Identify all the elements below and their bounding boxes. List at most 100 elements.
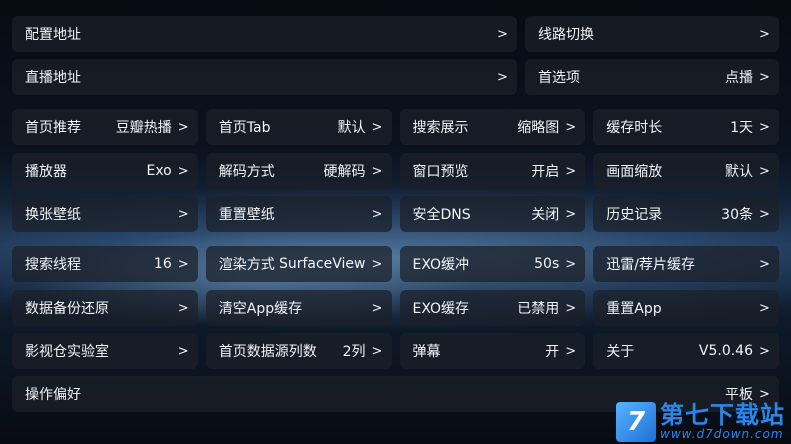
watermark-logo-icon: 7	[616, 402, 656, 442]
item-label: 影视仓实验室	[25, 344, 109, 360]
item-label: 换张壁纸	[25, 207, 81, 223]
item-label: 播放器	[25, 164, 67, 180]
chevron-right-icon: >	[177, 256, 189, 272]
chevron-right-icon: >	[565, 163, 577, 179]
item-label: 配置地址	[25, 27, 81, 43]
chevron-right-icon: >	[759, 119, 770, 135]
chevron-right-icon: >	[565, 119, 577, 135]
item-label: 重置App	[606, 301, 662, 317]
item-label: 直播地址	[25, 70, 81, 86]
chevron-right-icon: >	[371, 256, 383, 272]
settings-grid-row-5: 数据备份还原 > 清空App缓存 > EXO缓存 已禁用 > 重置App >	[12, 290, 779, 326]
history-item[interactable]: 历史记录 30条 >	[593, 196, 779, 232]
item-label: 首页推荐	[25, 120, 81, 136]
watermark-url: www.d7down.com	[660, 427, 784, 442]
exo-cache-item[interactable]: EXO缓存 已禁用 >	[399, 290, 586, 326]
preference-item[interactable]: 首选项 点播 >	[525, 59, 779, 95]
chevron-right-icon: >	[371, 206, 383, 222]
item-value: 点播	[725, 70, 753, 86]
exo-buffer-item[interactable]: EXO缓冲 50s >	[399, 246, 586, 282]
item-label: 搜索展示	[412, 120, 469, 136]
chevron-right-icon: >	[759, 69, 770, 85]
item-label: 首页Tab	[218, 120, 271, 136]
chevron-right-icon: >	[177, 163, 189, 179]
chevron-right-icon: >	[371, 300, 383, 316]
change-wallpaper-item[interactable]: 换张壁纸 >	[12, 196, 198, 232]
render-mode-item[interactable]: 渲染方式 SurfaceView >	[205, 246, 392, 282]
watermark-title: 第七下载站	[660, 401, 785, 430]
search-threads-item[interactable]: 搜索线程 16 >	[12, 246, 198, 282]
decode-mode-item[interactable]: 解码方式 硬解码 >	[205, 153, 392, 189]
item-value: 50s	[534, 256, 560, 272]
item-label: 窗口预览	[412, 164, 469, 180]
chevron-right-icon: >	[371, 343, 383, 359]
settings-grid-row-3: 换张壁纸 > 重置壁纸 > 安全DNS 关闭 > 历史记录 30条 >	[12, 196, 779, 232]
item-label: 画面缩放	[606, 164, 663, 180]
reset-wallpaper-item[interactable]: 重置壁纸 >	[205, 196, 392, 232]
settings-grid-row-1: 首页推荐 豆瓣热播 > 首页Tab 默认 > 搜索展示 缩略图 > 缓存时长 1…	[12, 109, 779, 145]
item-value: SurfaceView	[278, 256, 366, 272]
window-preview-item[interactable]: 窗口预览 开启 >	[399, 153, 586, 189]
item-label: 历史记录	[606, 207, 663, 223]
item-label: 搜索线程	[25, 257, 81, 273]
chevron-right-icon: >	[759, 300, 770, 316]
player-item[interactable]: 播放器 Exo >	[12, 153, 198, 189]
site-watermark: 7 第七下载站 www.d7down.com	[616, 402, 785, 442]
item-label: 弹幕	[412, 344, 441, 360]
config-address-item[interactable]: 配置地址 >	[12, 16, 517, 52]
settings-grid-row-6: 影视仓实验室 > 首页数据源列数 2列 > 弹幕 开 > 关于 V5.0.46 …	[12, 333, 779, 369]
danmaku-item[interactable]: 弹幕 开 >	[399, 333, 586, 369]
about-item[interactable]: 关于 V5.0.46 >	[593, 333, 779, 369]
item-label: 关于	[606, 344, 635, 360]
line-switch-item[interactable]: 线路切换 >	[525, 16, 779, 52]
xunlei-cache-item[interactable]: 迅雷/荐片缓存 >	[593, 246, 779, 282]
item-value: 默认	[337, 120, 366, 136]
item-label: 缓存时长	[606, 120, 663, 136]
item-label: EXO缓冲	[412, 257, 470, 273]
settings-grid-row-4: 搜索线程 16 > 渲染方式 SurfaceView > EXO缓冲 50s >…	[12, 246, 779, 282]
lab-item[interactable]: 影视仓实验室 >	[12, 333, 198, 369]
settings-row-2: 直播地址 > 首选项 点播 >	[12, 59, 779, 95]
item-value: 关闭	[531, 207, 560, 223]
item-value: 16	[153, 256, 172, 272]
item-value: 开	[545, 344, 560, 360]
chevron-right-icon: >	[371, 119, 383, 135]
item-value: Exo	[146, 163, 172, 179]
item-value: V5.0.46	[698, 343, 753, 359]
reset-app-item[interactable]: 重置App >	[593, 290, 779, 326]
home-columns-item[interactable]: 首页数据源列数 2列 >	[205, 333, 392, 369]
item-value: 30条	[721, 207, 753, 223]
chevron-right-icon: >	[177, 119, 189, 135]
chevron-right-icon: >	[759, 343, 770, 359]
chevron-right-icon: >	[759, 206, 770, 222]
clear-cache-item[interactable]: 清空App缓存 >	[205, 290, 392, 326]
chevron-right-icon: >	[371, 163, 383, 179]
item-label: 渲染方式	[218, 257, 275, 273]
search-display-item[interactable]: 搜索展示 缩略图 >	[399, 109, 586, 145]
item-label: 线路切换	[538, 27, 594, 43]
cache-duration-item[interactable]: 缓存时长 1天 >	[593, 109, 779, 145]
live-address-item[interactable]: 直播地址 >	[12, 59, 517, 95]
chevron-right-icon: >	[565, 256, 577, 272]
item-value: 硬解码	[323, 164, 366, 180]
picture-scale-item[interactable]: 画面缩放 默认 >	[593, 153, 779, 189]
chevron-right-icon: >	[759, 386, 770, 402]
item-label: 数据备份还原	[25, 301, 109, 317]
item-label: 清空App缓存	[218, 301, 303, 317]
chevron-right-icon: >	[177, 300, 189, 316]
chevron-right-icon: >	[565, 343, 577, 359]
chevron-right-icon: >	[759, 163, 770, 179]
watermark-text: 第七下载站 www.d7down.com	[660, 401, 785, 442]
chevron-right-icon: >	[177, 206, 189, 222]
backup-restore-item[interactable]: 数据备份还原 >	[12, 290, 198, 326]
home-recommend-item[interactable]: 首页推荐 豆瓣热播 >	[12, 109, 198, 145]
chevron-right-icon: >	[565, 300, 577, 316]
item-value: 开启	[531, 164, 560, 180]
item-label: 首页数据源列数	[218, 344, 317, 360]
item-value: 2列	[342, 344, 366, 360]
secure-dns-item[interactable]: 安全DNS 关闭 >	[399, 196, 586, 232]
item-label: 安全DNS	[412, 207, 471, 223]
home-tab-item[interactable]: 首页Tab 默认 >	[205, 109, 392, 145]
settings-row-1: 配置地址 > 线路切换 >	[12, 16, 779, 52]
chevron-right-icon: >	[759, 256, 770, 272]
